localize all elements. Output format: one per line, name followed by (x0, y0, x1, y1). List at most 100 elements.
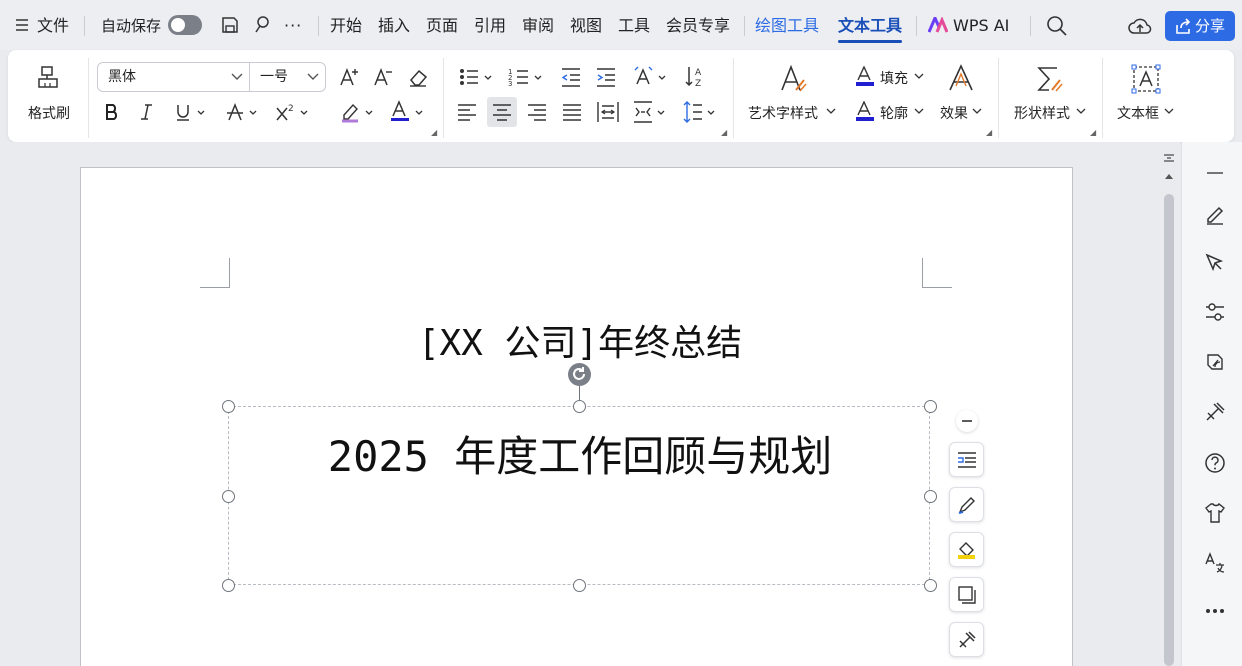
text-box-content[interactable]: 2025 年度工作回顾与规划 (229, 423, 931, 484)
design-inspiration-icon[interactable] (1204, 351, 1226, 373)
separator (443, 58, 444, 138)
tab-text-tools[interactable]: 文本工具 (838, 14, 903, 43)
float-fill-button[interactable] (949, 532, 984, 567)
more-dots-icon[interactable] (1204, 605, 1226, 617)
tab-tools[interactable]: 工具 (618, 14, 650, 38)
effect-label[interactable]: 效果 (940, 103, 968, 123)
text-effect-icon[interactable] (946, 64, 976, 94)
fill-label[interactable]: 填充 (880, 68, 908, 88)
tab-view[interactable]: 视图 (570, 14, 602, 38)
tab-review[interactable]: 审阅 (522, 14, 554, 38)
increase-indent-icon[interactable] (595, 66, 617, 88)
font-name-select[interactable]: 黑体 (97, 62, 250, 92)
highlight-pen-icon[interactable] (340, 100, 376, 124)
float-shape-effect-button[interactable] (949, 577, 984, 612)
tab-reference[interactable]: 引用 (474, 14, 506, 38)
italic-icon[interactable] (137, 102, 155, 122)
text-frame-icon[interactable] (1131, 64, 1161, 94)
text-style-dialog-launcher-icon[interactable]: ◢ (986, 128, 992, 137)
resize-handle-top-right[interactable] (924, 400, 937, 413)
distributed-align-icon[interactable] (596, 100, 620, 124)
separator (744, 16, 745, 36)
underline-icon[interactable] (174, 102, 206, 122)
font-size-select[interactable]: 一号 (249, 62, 326, 92)
select-cursor-icon[interactable] (1204, 252, 1226, 274)
font-increase-icon[interactable] (339, 66, 361, 88)
strikethrough-icon[interactable] (226, 102, 260, 122)
shape-style-label[interactable]: 形状样式 (1014, 103, 1070, 123)
tools-icon[interactable] (1204, 401, 1226, 423)
shape-style-dialog-launcher-icon[interactable]: ◢ (1090, 128, 1096, 137)
art-text-style-label[interactable]: 艺术字样式 (748, 103, 818, 123)
search-icon[interactable] (1046, 15, 1068, 37)
translate-icon[interactable] (1204, 552, 1226, 574)
bold-icon[interactable] (103, 102, 121, 122)
bullet-list-icon[interactable] (458, 66, 494, 88)
share-button[interactable]: 分享 (1165, 11, 1235, 41)
help-question-icon[interactable] (1204, 452, 1226, 474)
menu-file[interactable]: 文件 (37, 14, 69, 38)
resize-handle-top[interactable] (573, 400, 586, 413)
resize-handle-left[interactable] (222, 490, 235, 503)
tab-start[interactable]: 开始 (330, 14, 362, 38)
decrease-indent-icon[interactable] (560, 66, 582, 88)
outline-color-icon[interactable] (855, 101, 875, 123)
format-painter-label[interactable]: 格式刷 (28, 103, 70, 123)
fill-color-icon[interactable] (855, 66, 875, 88)
paragraph-dialog-launcher-icon[interactable]: ◢ (721, 128, 727, 137)
tab-drawing-tools[interactable]: 绘图工具 (755, 14, 819, 38)
more-button[interactable]: ··· (284, 14, 302, 38)
scroll-up-arrow-icon[interactable] (1164, 172, 1174, 180)
resize-handle-bottom[interactable] (573, 579, 586, 592)
eraser-clear-format-icon[interactable] (407, 66, 429, 88)
tab-member[interactable]: 会员专享 (666, 14, 730, 38)
tab-page[interactable]: 页面 (426, 14, 458, 38)
save-icon[interactable] (220, 15, 240, 35)
align-right-icon[interactable] (527, 102, 547, 122)
text-direction-icon[interactable] (632, 64, 670, 90)
adjust-sliders-icon[interactable] (1204, 301, 1226, 323)
collapse-float-toolbar-button[interactable] (956, 410, 978, 432)
collapse-sidebar-icon[interactable] (1204, 164, 1226, 182)
separator (1030, 16, 1031, 36)
font-dialog-launcher-icon[interactable]: ◢ (431, 128, 437, 137)
float-more-tools-button[interactable] (949, 622, 984, 657)
outline-label[interactable]: 轮廓 (880, 103, 908, 123)
align-left-icon[interactable] (457, 102, 477, 122)
shape-style-icon[interactable] (1035, 64, 1065, 94)
justify-icon[interactable] (562, 102, 582, 122)
format-brush-quick-icon[interactable] (252, 15, 272, 35)
superscript-icon[interactable]: 2 (275, 102, 311, 122)
rotate-handle[interactable] (568, 363, 591, 386)
text-frame-label[interactable]: 文本框 (1117, 103, 1159, 123)
chevron-down-icon (914, 108, 924, 114)
autosave-toggle[interactable] (168, 15, 202, 35)
selected-text-box[interactable]: 2025 年度工作回顾与规划 (228, 406, 930, 585)
paragraph-spacing-icon[interactable] (632, 100, 670, 124)
align-center-icon[interactable] (492, 102, 512, 122)
svg-text:Z: Z (695, 79, 701, 89)
font-color-icon[interactable] (390, 100, 426, 124)
theme-shirt-icon[interactable] (1204, 502, 1226, 524)
chevron-down-icon (826, 108, 836, 114)
resize-handle-bottom-right[interactable] (924, 579, 937, 592)
hamburger-icon[interactable] (15, 18, 29, 32)
resize-handle-right[interactable] (924, 490, 937, 503)
resize-handle-top-left[interactable] (222, 400, 235, 413)
float-wrap-text-button[interactable] (949, 442, 984, 477)
wps-ai-button[interactable]: WPS AI (953, 14, 1009, 38)
scrollbar-thumb[interactable] (1164, 194, 1174, 666)
edit-pen-icon[interactable] (1204, 203, 1226, 225)
sort-icon[interactable]: AZ (683, 64, 709, 90)
tab-insert[interactable]: 插入 (378, 14, 410, 38)
format-painter-icon[interactable] (36, 64, 64, 92)
font-decrease-icon[interactable] (373, 66, 395, 88)
line-spacing-icon[interactable] (682, 100, 718, 124)
float-outline-button[interactable] (949, 487, 984, 522)
art-text-style-icon[interactable] (778, 64, 808, 94)
numbered-list-icon[interactable]: 123 (508, 66, 544, 88)
split-view-icon[interactable] (1163, 152, 1175, 164)
document-title[interactable]: [XX 公司]年终总结 (0, 314, 1160, 366)
resize-handle-bottom-left[interactable] (222, 579, 235, 592)
cloud-upload-icon[interactable] (1128, 15, 1152, 37)
